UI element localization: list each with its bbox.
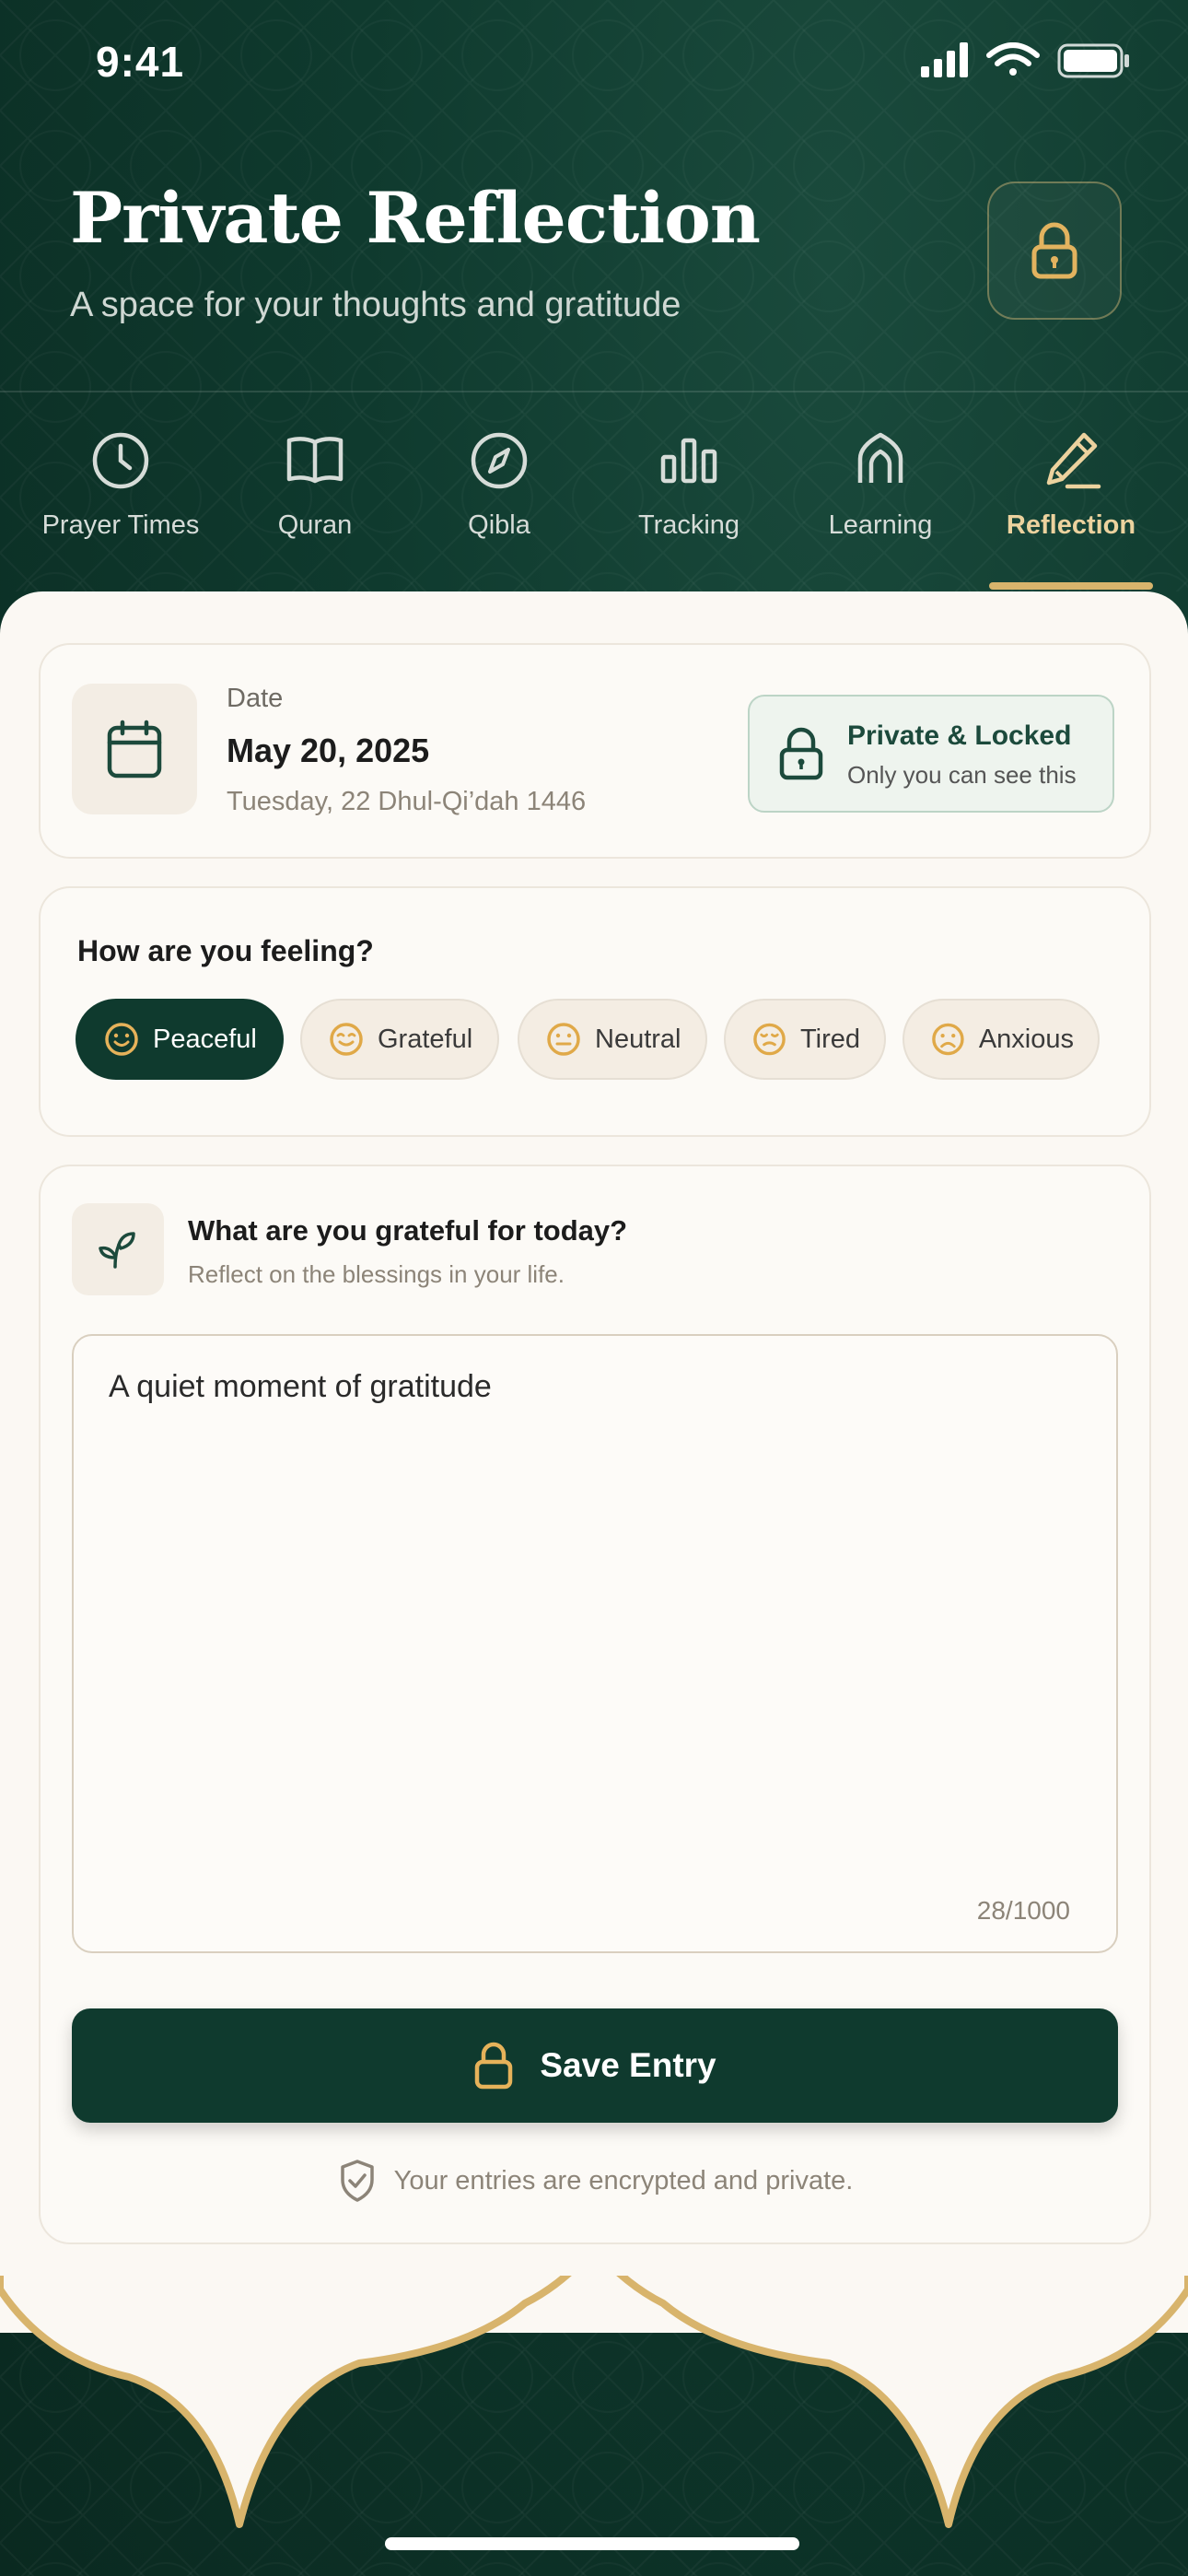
page-subtitle: A space for your thoughts and gratitude (70, 286, 681, 324)
worried-face-icon (932, 1023, 964, 1056)
save-entry-button[interactable]: Save Entry (72, 2008, 1118, 2123)
content-face-icon (330, 1023, 363, 1056)
mood-chip-label: Tired (800, 1024, 860, 1054)
battery-icon (1057, 43, 1129, 78)
lock-button[interactable] (987, 181, 1122, 320)
mood-card: How are you feeling? Peaceful Grateful N… (39, 886, 1151, 1137)
encryption-note-text: Your entries are encrypted and private. (393, 2165, 854, 2195)
mood-chip-peaceful[interactable]: Peaceful (76, 999, 284, 1080)
tab-learning[interactable]: Learning (807, 392, 954, 595)
encryption-note: Your entries are encrypted and private. (41, 2158, 1149, 2204)
shield-check-icon (340, 2160, 374, 2202)
mood-chip-label: Anxious (978, 1024, 1074, 1054)
mood-chip-label: Neutral (595, 1024, 681, 1054)
tab-quran[interactable]: Quran (241, 392, 389, 595)
mood-chip-anxious[interactable]: Anxious (903, 999, 1100, 1080)
signal-icon (921, 42, 968, 77)
save-button-label: Save Entry (540, 2046, 716, 2084)
app-screen: 9:41 Private Reflection A space for your… (0, 0, 1188, 2576)
tab-tracking[interactable]: Tracking (615, 392, 763, 595)
mood-chip-label: Peaceful (153, 1024, 257, 1054)
date-value: May 20, 2025 (227, 732, 430, 769)
privacy-badge-title: Private & Locked (847, 720, 1072, 751)
page-title: Private Reflection (70, 177, 761, 259)
active-tab-indicator (989, 582, 1153, 590)
tab-prayer-times[interactable]: Prayer Times (0, 392, 241, 595)
tired-face-icon (753, 1023, 786, 1056)
home-indicator[interactable] (385, 2537, 799, 2550)
mood-chip-label: Grateful (378, 1024, 473, 1054)
status-bar-time: 9:41 (96, 38, 185, 86)
sprout-icon (99, 1232, 135, 1269)
gratitude-card: What are you grateful for today? Reflect… (39, 1165, 1151, 2244)
status-bar-icons (921, 42, 1129, 78)
calendar-icon (107, 720, 162, 779)
tab-label: Learning (828, 510, 933, 540)
mood-title: How are you feeling? (77, 934, 374, 967)
book-icon (286, 437, 344, 484)
hijri-date: Tuesday, 22 Dhul-Qi’dah 1446 (227, 787, 587, 816)
arch-border-decoration (0, 2248, 1188, 2528)
clock-icon (92, 432, 149, 489)
pen-icon (1046, 432, 1101, 489)
bar-chart-icon (660, 438, 717, 484)
mood-chip-tired[interactable]: Tired (724, 999, 886, 1080)
smile-icon (105, 1023, 138, 1056)
tab-label: Qibla (468, 510, 530, 540)
character-count: 28/1000 (976, 1896, 1070, 1925)
tab-bar: Prayer Times Quran Qibla Tracking Learni… (0, 391, 1188, 595)
tab-qibla[interactable]: Qibla (425, 392, 573, 595)
mood-chip-grateful[interactable]: Grateful (300, 999, 499, 1080)
tab-label: Quran (277, 510, 353, 540)
date-card: Date May 20, 2025 Tuesday, 22 Dhul-Qi’da… (39, 643, 1151, 859)
tab-label: Reflection (1006, 510, 1136, 540)
mood-chip-neutral[interactable]: Neutral (518, 999, 707, 1080)
gratitude-textarea[interactable]: A quiet moment of gratitude 28/1000 (72, 1334, 1118, 1953)
privacy-badge: Private & Locked Only you can see this (748, 695, 1114, 813)
main-content: Date May 20, 2025 Tuesday, 22 Dhul-Qi’da… (0, 591, 1188, 2333)
privacy-badge-subtitle: Only you can see this (847, 761, 1077, 789)
wifi-icon (986, 42, 1040, 76)
lock-icon (1031, 222, 1077, 279)
neutral-face-icon (547, 1023, 580, 1056)
tab-label: Tracking (637, 510, 740, 540)
mosque-arch-icon (857, 432, 903, 483)
tab-label: Prayer Times (41, 510, 200, 540)
entry-text: A quiet moment of gratitude (109, 1369, 492, 1404)
gratitude-subtitle: Reflect on the blessings in your life. (188, 1260, 565, 1288)
date-icon-box (72, 684, 197, 814)
compass-icon (471, 432, 528, 489)
tab-reflection[interactable]: Reflection (989, 392, 1153, 595)
gratitude-title: What are you grateful for today? (188, 1214, 628, 1247)
lock-icon (475, 2042, 513, 2090)
date-label: Date (227, 684, 284, 713)
leaf-icon-box (72, 1203, 164, 1295)
lock-icon (779, 727, 823, 780)
